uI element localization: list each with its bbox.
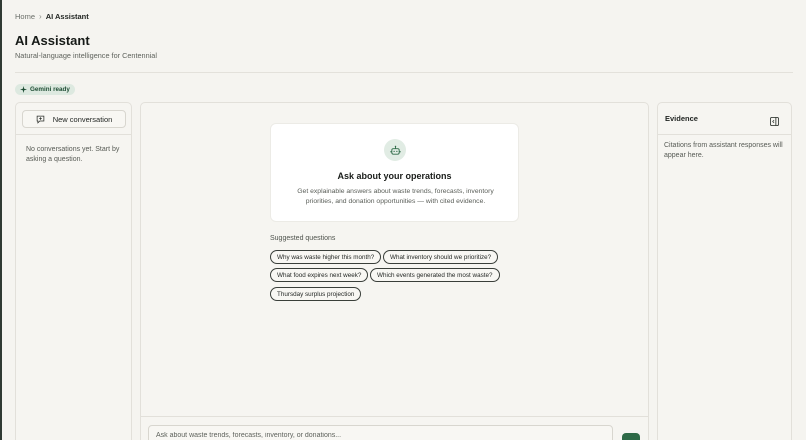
send-button[interactable]: [622, 433, 640, 440]
evidence-empty-text: Citations from assistant responses will …: [664, 142, 783, 159]
chat-input[interactable]: [148, 425, 613, 440]
new-conversation-button[interactable]: New conversation: [22, 110, 126, 128]
breadcrumb-separator-icon: ›: [39, 12, 42, 21]
new-conversation-label: New conversation: [52, 114, 113, 124]
welcome-description: Get explainable answers about waste tren…: [297, 188, 494, 205]
breadcrumb-home-link[interactable]: Home: [15, 12, 35, 21]
suggestion-chip[interactable]: What food expires next week?: [270, 268, 369, 282]
sidebar-divider: [16, 134, 131, 135]
page-title: AI Assistant: [15, 33, 90, 48]
evidence-title: Evidence: [665, 114, 698, 123]
robot-icon: [389, 145, 401, 155]
breadcrumb-current: AI Assistant: [45, 12, 89, 21]
breadcrumb: Home › AI Assistant: [15, 12, 89, 21]
app-page: Home › AI Assistant AI Assistant Natural…: [0, 0, 806, 440]
sparkle-icon: [20, 86, 27, 93]
panel-collapse-icon: [770, 117, 779, 126]
page-subtitle: Natural-language intelligence for Centen…: [15, 51, 157, 60]
status-badge-label: Gemini ready: [30, 86, 70, 93]
welcome-card: Ask about your operations Get explainabl…: [270, 123, 519, 222]
suggestion-chip[interactable]: What inventory should we prioritize?: [383, 250, 499, 264]
status-badge: Gemini ready: [15, 84, 75, 95]
chat-plus-icon: [36, 115, 44, 124]
bot-avatar: [384, 139, 406, 161]
evidence-panel: Evidence Citations from assistant respon…: [657, 102, 792, 440]
chat-panel: Ask about your operations Get explainabl…: [140, 102, 649, 440]
evidence-divider: [658, 134, 791, 135]
header-divider: [15, 72, 793, 73]
no-conversations-text: No conversations yet. Start by asking a …: [26, 146, 120, 163]
suggestion-chip[interactable]: Why was waste higher this month?: [270, 250, 382, 264]
welcome-title: Ask about your operations: [337, 171, 452, 181]
conversations-panel: New conversation No conversations yet. S…: [15, 102, 132, 440]
panel-collapse-button[interactable]: [770, 113, 780, 126]
composer-divider: [141, 416, 648, 417]
suggested-questions-label: Suggested questions: [270, 235, 336, 242]
suggestion-chip[interactable]: Thursday surplus projection: [270, 287, 362, 301]
suggestion-chip[interactable]: Which events generated the most waste?: [370, 268, 500, 282]
